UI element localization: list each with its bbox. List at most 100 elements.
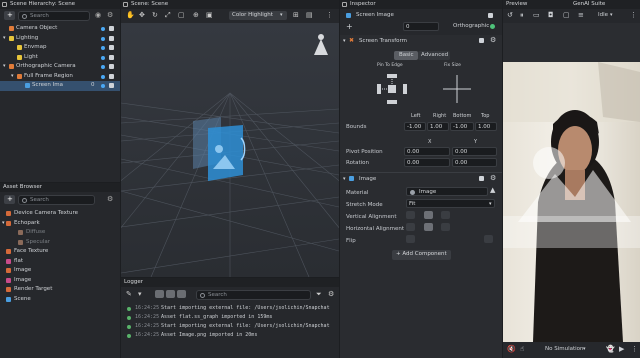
expand-arrow-icon[interactable]: ▾	[11, 73, 14, 79]
video-icon[interactable]: ▶	[619, 346, 624, 353]
local-space-icon[interactable]: ⊕	[193, 12, 199, 19]
enabled-checkbox[interactable]	[109, 83, 114, 88]
material-picker-icon[interactable]: ▲	[490, 187, 495, 194]
hierarchy-item[interactable]: Light	[0, 53, 120, 63]
visibility-icon[interactable]	[101, 55, 105, 60]
enabled-checkbox[interactable]	[109, 54, 114, 60]
visibility-icon[interactable]	[101, 84, 105, 88]
image-enabled-checkbox[interactable]	[479, 176, 484, 181]
pause-icon[interactable]: ⏸	[520, 12, 524, 19]
camera-icon[interactable]: ◘	[548, 12, 554, 19]
camera-view-icon[interactable]: ▤	[306, 12, 313, 19]
device-icon[interactable]: ▭	[533, 12, 540, 19]
asset-item[interactable]: Diffuse	[0, 228, 120, 238]
hierarchy-item[interactable]: Camera Object	[0, 24, 120, 34]
add-component-button[interactable]: + Add Component	[392, 250, 451, 260]
asset-item[interactable]: Render Target	[0, 285, 120, 295]
rotation-x-field[interactable]: 0.00	[404, 158, 450, 167]
enabled-checkbox[interactable]	[109, 64, 114, 69]
hierarchy-item[interactable]: ▾ Orthographic Camera	[0, 62, 120, 72]
collapse-icon[interactable]: ▾	[343, 39, 346, 44]
hand-tool-icon[interactable]: ✋	[126, 12, 135, 19]
asset-item[interactable]: Device Camera Texture	[0, 209, 120, 219]
tab-advanced[interactable]: Advanced	[418, 51, 450, 60]
hierarchy-item[interactable]: ▾ Lighting	[0, 34, 120, 44]
rotation-y-field[interactable]: 0.00	[452, 158, 497, 167]
gear-icon[interactable]: ⚙	[107, 196, 113, 203]
add-asset-button[interactable]: +	[4, 195, 15, 204]
object-enabled-checkbox[interactable]	[488, 13, 493, 18]
stretch-mode-select[interactable]: Fit ▾	[406, 199, 495, 208]
expand-arrow-icon[interactable]: ▾	[3, 35, 6, 41]
snap-icon[interactable]: ▣	[206, 12, 213, 19]
enabled-checkbox[interactable]	[109, 26, 114, 31]
asset-item[interactable]: Face Texture	[0, 247, 120, 257]
pivot-x-field[interactable]: 0.00	[404, 147, 450, 156]
add-component-plus-icon[interactable]: +	[346, 23, 353, 31]
scene-viewport[interactable]	[121, 23, 339, 277]
hierarchy-item[interactable]: Envmap	[0, 43, 120, 53]
move-tool-icon[interactable]: ✥	[139, 12, 145, 19]
rotate-tool-icon[interactable]: ↻	[152, 12, 158, 19]
align-left-button[interactable]	[406, 223, 415, 231]
scale-tool-icon[interactable]: ⤢	[165, 12, 171, 19]
collapse-icon[interactable]: ▾	[343, 177, 346, 182]
enabled-checkbox[interactable]	[109, 73, 114, 79]
hierarchy-search-input[interactable]: Search	[18, 11, 90, 21]
status-dropdown[interactable]: Idle	[598, 12, 608, 19]
hierarchy-item[interactable]: Screen Ima 0	[0, 81, 120, 91]
monitor-icon[interactable]: ▢	[563, 12, 570, 19]
simulation-dropdown[interactable]: No Simulation	[545, 346, 584, 353]
bounds-left-field[interactable]: -1.00	[404, 122, 426, 131]
asset-item[interactable]: Scene	[0, 295, 120, 305]
rect-tool-icon[interactable]: ▢	[178, 12, 185, 19]
object-name[interactable]: Screen Image	[356, 12, 394, 19]
visibility-icon[interactable]	[101, 36, 105, 41]
align-top-button[interactable]	[406, 211, 415, 219]
settings-sliders-icon[interactable]: ≡	[578, 12, 584, 19]
fix-size-widget[interactable]	[440, 72, 474, 106]
info-toggle[interactable]	[155, 290, 164, 298]
flip-vertical-button[interactable]	[484, 235, 493, 243]
touch-icon[interactable]: ☝	[520, 346, 524, 353]
pin-to-edge-widget[interactable]	[375, 72, 409, 106]
align-center-button[interactable]	[424, 223, 433, 231]
asset-item[interactable]: Specular	[0, 238, 120, 248]
logger-search-input[interactable]: Search	[196, 290, 311, 300]
add-object-button[interactable]: +	[4, 11, 15, 20]
refresh-icon[interactable]: ↺	[507, 12, 513, 19]
brush-icon[interactable]: ✎	[126, 291, 132, 298]
flip-horizontal-button[interactable]	[406, 235, 415, 243]
asset-item[interactable]: flat	[0, 257, 120, 267]
gear-icon[interactable]: ⚙	[490, 37, 496, 44]
expand-arrow-icon[interactable]: ▾	[2, 220, 5, 226]
mute-icon[interactable]: 🔇	[507, 346, 516, 353]
align-right-button[interactable]	[441, 223, 450, 231]
material-field[interactable]: Image	[406, 187, 488, 196]
visibility-icon[interactable]	[101, 65, 105, 69]
bounds-right-field[interactable]: 1.00	[427, 122, 449, 131]
image-plane[interactable]	[208, 125, 243, 181]
layer-field[interactable]: 0	[403, 22, 439, 31]
align-middle-button[interactable]	[424, 211, 433, 219]
expand-arrow-icon[interactable]: ▾	[3, 64, 6, 69]
snapchat-icon[interactable]: 👻	[606, 346, 615, 353]
grid-toggle-icon[interactable]: ⊞	[293, 12, 299, 19]
warning-toggle[interactable]	[166, 290, 175, 298]
eye-toggle-icon[interactable]: ◉	[95, 12, 101, 19]
asset-search-input[interactable]: Search	[18, 195, 95, 205]
gear-icon[interactable]: ⚙	[490, 175, 496, 182]
more-icon[interactable]: ⋮	[326, 12, 333, 19]
enabled-checkbox[interactable]	[109, 35, 114, 41]
visibility-icon[interactable]	[101, 74, 105, 79]
enabled-checkbox[interactable]	[109, 45, 114, 50]
hierarchy-item[interactable]: ▾ Full Frame Region	[0, 72, 120, 82]
visibility-icon[interactable]	[101, 27, 105, 31]
gear-icon[interactable]: ⚙	[107, 12, 113, 19]
error-toggle[interactable]	[177, 290, 186, 298]
filter-dropdown-icon[interactable]: ▾	[138, 291, 142, 298]
visibility-icon[interactable]	[101, 46, 105, 50]
transform-enabled-checkbox[interactable]	[479, 38, 484, 43]
more-icon[interactable]: ⋮	[631, 346, 638, 353]
asset-item[interactable]: Image	[0, 266, 120, 276]
